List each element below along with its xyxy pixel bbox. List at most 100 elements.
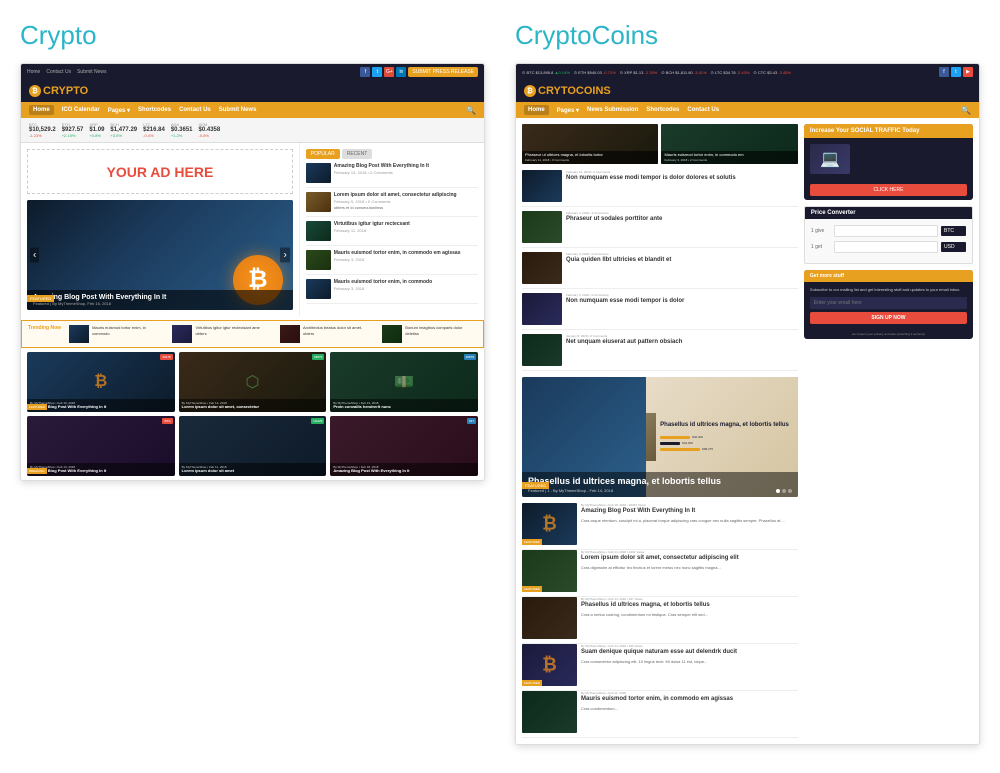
cc-main-post-content-5: By MyThemeShop • Feb 11, 2018 Mauris eui… — [581, 691, 798, 733]
click-here-btn[interactable]: CLICK HERE — [810, 184, 967, 196]
trending-item-text-4[interactable]: Bonum imagibus comparis dolor deletiss — [405, 325, 477, 343]
grid-card-3[interactable]: 💵 26878 By MyThemeShop • Feb 13, 2018 Pr… — [330, 352, 478, 412]
cc-signup-btn[interactable]: SIGN UP NOW — [810, 312, 967, 324]
cc-main-post-title-3[interactable]: Phasellus id ultrices magna, et lobortis… — [581, 602, 798, 610]
cc-ticker-xrp: ⊙ XRP $1.13 -2.76% — [620, 70, 658, 75]
grid-card-4[interactable]: BTG By MyThemeShop • Feb 13, 2018 Amazin… — [27, 416, 175, 476]
cc-converter-select-to[interactable]: USD — [941, 242, 966, 252]
cc-small-post-title-5[interactable]: Net unquam eiuserat aut pattern obsiach — [566, 339, 798, 347]
top-link-home[interactable]: Home — [27, 69, 40, 75]
cc-small-post-title-1[interactable]: Non numquam esse modi tempor is dolor do… — [566, 175, 798, 183]
cc-main-post-4: ₿ FEATURED By MyThemeShop • Feb 14, 2018… — [522, 644, 798, 691]
cc-converter-input-to[interactable] — [834, 241, 938, 253]
cc-youtube-icon[interactable]: ▶ — [963, 67, 973, 77]
cc-email-content: Subscribe to our mailing list and get in… — [804, 282, 973, 329]
cc-dot-3[interactable] — [788, 489, 792, 493]
sidebar-post-title-4[interactable]: Mauris euismod tortor enim, in commodo e… — [334, 250, 478, 257]
cc-dot-1[interactable] — [776, 489, 780, 493]
cc-top-posts: Phraseur ut ultrices magna, et lobortis … — [522, 124, 798, 164]
cc-small-post-thumb-3 — [522, 252, 562, 284]
cc-email-input[interactable] — [810, 297, 967, 309]
linkedin-icon[interactable]: in — [396, 67, 406, 77]
nav-submit[interactable]: Submit News — [219, 107, 257, 113]
next-arrow-icon[interactable]: › — [280, 248, 289, 263]
cc-small-post-title-2[interactable]: Phraseur ut sodales porttitor ante — [566, 216, 798, 224]
grid-card-2[interactable]: ⬡ 28873 By MyThemeShop • Feb 14, 2018 Lo… — [179, 352, 327, 412]
top-link-submit[interactable]: Submit News — [77, 69, 106, 75]
cc-small-post-title-4[interactable]: Non numquam esse modi tempor is dolor — [566, 298, 798, 306]
grid-card-6[interactable]: 547 By MyThemeShop • Feb 18, 2018 Amazin… — [330, 416, 478, 476]
cc-converter-select-from[interactable]: BTC — [941, 226, 966, 236]
cc-main-post-title-4[interactable]: Suam denique quique naturam esse aut del… — [581, 649, 798, 657]
search-icon[interactable]: 🔍 — [466, 106, 476, 115]
cc-traffic-widget: Increase Your SOCIAL TRAFFIC Today 💻 CLI… — [804, 124, 973, 200]
cc-slider-dots — [776, 489, 792, 493]
nav-pages[interactable]: Pages ▾ — [108, 107, 130, 114]
cc-featured-slider[interactable]: Phasellus id ultrices magna, et lobortis… — [522, 377, 798, 497]
cc-nav-home[interactable]: Home — [524, 105, 549, 115]
prev-arrow-icon[interactable]: ‹ — [30, 248, 39, 263]
grid-card-overlay-1: By MyThemeShop • Feb 16, 2018 Amazing Bl… — [27, 399, 175, 412]
cc-nav-shortcodes[interactable]: Shortcodes — [646, 107, 679, 113]
trending-item-text-3[interactable]: Architectus beatus dolor sit amet, obter… — [303, 325, 374, 343]
cc-nav-contact[interactable]: Contact Us — [687, 107, 719, 113]
nav-shortcodes[interactable]: Shortcodes — [138, 107, 171, 113]
crypto-column: Crypto Home Contact Us Submit News f t G… — [20, 20, 485, 745]
crypto-top-right: f t G+ in SUBMIT PRESS RELEASE — [360, 67, 478, 77]
cc-featured-badge: FEATURED — [522, 482, 549, 489]
sidebar-post-title-2[interactable]: Lorem ipsum dolor sit amet, consectetur … — [334, 192, 478, 199]
top-link-contact[interactable]: Contact Us — [46, 69, 71, 75]
crypto-mockup: Home Contact Us Submit News f t G+ in SU… — [21, 64, 484, 476]
crypto-header: ₿ CRYPTO — [21, 80, 484, 102]
grid-card-5[interactable]: N1225 By MyThemeShop • Feb 11, 2018 Lore… — [179, 416, 327, 476]
cc-main-post-desc-3: Cras a metus codring, condimentum mi tri… — [581, 612, 798, 617]
facebook-icon[interactable]: f — [360, 67, 370, 77]
grid-card-title-1: Amazing Blog Post With Everything In It — [30, 405, 172, 410]
cc-top-post-1[interactable]: Phraseur ut ultrices magna, et lobortis … — [522, 124, 658, 164]
cc-converter-input-from[interactable] — [834, 225, 938, 237]
tab-popular[interactable]: POPULAR — [306, 149, 340, 159]
cc-converter-body: 1 give BTC 1 get USD — [805, 219, 972, 263]
cc-social-btns: f t ▶ — [939, 67, 973, 77]
nav-home[interactable]: Home — [29, 105, 54, 115]
cc-main-post-desc-5: Cras condimentum... — [581, 706, 798, 711]
cc-main-post-1: ₿ FEATURED By MyThemeShop • Feb 18, 2018… — [522, 503, 798, 550]
cc-twitter-icon[interactable]: t — [951, 67, 961, 77]
trending-item-text-1[interactable]: Mauris euismod tortor enim, in commodo — [92, 325, 164, 343]
grid-card-1[interactable]: ₿ 26278 By MyThemeShop • Feb 16, 2018 Am… — [27, 352, 175, 412]
cc-small-post-2: February 3, 2018 • 2 Comments Phraseur u… — [522, 211, 798, 248]
googleplus-icon[interactable]: G+ — [384, 67, 394, 77]
cc-small-post-3: February 3, 2018 • 0 Comments Quia quide… — [522, 252, 798, 289]
chart-row-2: $32,000 — [660, 441, 790, 445]
twitter-icon[interactable]: t — [372, 67, 382, 77]
cc-top-post-2[interactable]: Mauris euismod tortor enim, in commodo e… — [661, 124, 797, 164]
cc-nav-pages[interactable]: Pages ▾ — [557, 107, 579, 114]
nav-contact[interactable]: Contact Us — [179, 107, 211, 113]
cc-main-post-title-5[interactable]: Mauris euismod tortor enim, in commodo e… — [581, 696, 798, 704]
tabs-row: POPULAR RECENT — [306, 149, 478, 159]
cc-small-post-thumb-1 — [522, 170, 562, 202]
ticker-xrp: XRP $1.09 +0.8% — [89, 122, 104, 138]
cc-facebook-icon[interactable]: f — [939, 67, 949, 77]
trending-item-text-2[interactable]: Virtutibus igitur igtur reclecisant ame … — [195, 325, 272, 343]
nav-ico[interactable]: ICO Calendar — [62, 107, 100, 113]
cc-search-icon[interactable]: 🔍 — [961, 106, 971, 115]
cc-small-post-meta-2: February 3, 2018 • 2 Comments — [566, 211, 798, 215]
ticker-ada: ADA $0.3651 +1.2% — [171, 122, 193, 138]
cc-top-post-meta-1: February 11, 2018 • 0 Comments — [525, 158, 655, 162]
cc-main-post-title-1[interactable]: Amazing Blog Post With Everything In It — [581, 508, 798, 516]
sidebar-post-text-2: Lorem ipsum dolor sit amet, consectetur … — [334, 192, 478, 212]
featured-post[interactable]: ₿ ‹ › Amazing Blog Post With Everything … — [27, 200, 293, 310]
tab-recent[interactable]: RECENT — [342, 149, 373, 159]
featured-badge: FEATURED — [27, 295, 54, 302]
cc-small-post-meta-4: February 5, 2018 • 0 Comments — [566, 293, 798, 297]
cc-small-post-thumb-5 — [522, 334, 562, 366]
cc-small-post-content-2: February 3, 2018 • 2 Comments Phraseur u… — [566, 211, 798, 243]
cc-nav-news[interactable]: News Submission — [587, 107, 638, 113]
sidebar-post-5: Mauris euismod tortor enim, in commodo F… — [306, 279, 478, 304]
cc-main-post-title-2[interactable]: Lorem ipsum dolor sit amet, consectetur … — [581, 555, 798, 563]
cc-dot-2[interactable] — [782, 489, 786, 493]
notebook-chart: $46,000 $32,000 — [660, 435, 790, 451]
submit-press-btn[interactable]: SUBMIT PRESS RELEASE — [408, 67, 478, 77]
cc-small-post-title-3[interactable]: Quia quiden llbt ultricies et blandit et — [566, 257, 798, 265]
